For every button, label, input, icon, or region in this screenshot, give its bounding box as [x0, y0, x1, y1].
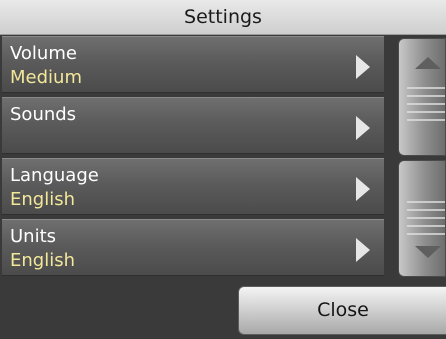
settings-row-language[interactable]: Language English	[2, 158, 384, 215]
grip-line	[407, 201, 445, 203]
window-title: Settings	[0, 0, 446, 35]
settings-row-label: Language	[10, 165, 99, 186]
settings-row-units[interactable]: Units English	[2, 219, 384, 276]
scroll-down-button[interactable]	[398, 160, 446, 277]
grip-line	[407, 95, 445, 97]
chevron-right-icon	[356, 238, 370, 262]
chevron-right-icon	[356, 177, 370, 201]
triangle-down-icon	[415, 246, 441, 258]
grip-line	[407, 233, 445, 235]
grip-line	[407, 209, 445, 211]
grip-line	[407, 225, 445, 227]
footer: Close	[0, 279, 446, 339]
settings-row-label: Sounds	[10, 104, 77, 125]
chevron-right-icon	[356, 55, 370, 79]
settings-list: Volume Medium Sounds Language English Un…	[0, 36, 386, 277]
scrollbar-track	[386, 36, 398, 277]
grip-line	[407, 111, 445, 113]
settings-row-label: Volume	[10, 43, 77, 64]
settings-row-sounds[interactable]: Sounds	[2, 97, 384, 154]
settings-row-value: English	[10, 250, 75, 271]
grip-line	[407, 217, 445, 219]
settings-row-label: Units	[10, 226, 57, 247]
settings-row-value: Medium	[10, 67, 82, 88]
scroll-up-button[interactable]	[398, 38, 446, 156]
settings-row-value: English	[10, 189, 75, 210]
grip-line	[407, 103, 445, 105]
settings-row-volume[interactable]: Volume Medium	[2, 36, 384, 93]
close-button[interactable]: Close	[238, 286, 446, 335]
grip-line	[407, 119, 445, 121]
chevron-right-icon	[356, 116, 370, 140]
triangle-up-icon	[415, 57, 441, 69]
grip-line	[407, 87, 445, 89]
settings-screen: Settings Volume Medium Sounds Language E…	[0, 0, 446, 339]
